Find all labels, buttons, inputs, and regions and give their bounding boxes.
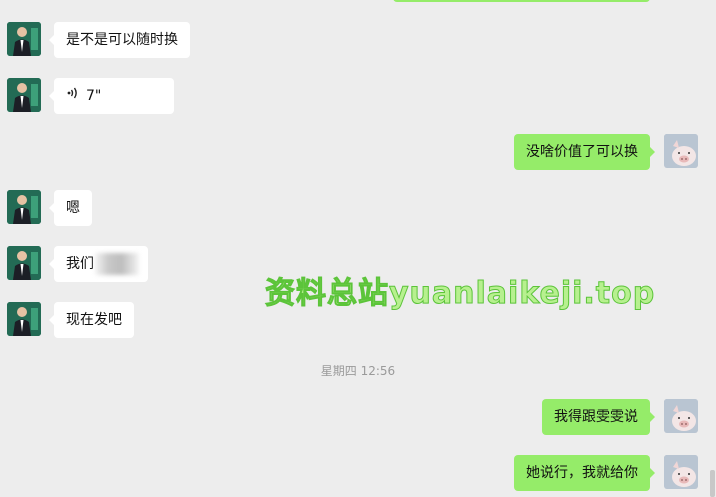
self-avatar[interactable] bbox=[664, 134, 698, 168]
redacted-blur bbox=[95, 253, 139, 275]
message-bubble[interactable]: 没啥价值了可以换 bbox=[514, 134, 655, 170]
message-bubble[interactable]: 我们 bbox=[49, 246, 148, 282]
voice-wave-icon bbox=[66, 78, 80, 114]
message-bubble[interactable]: 嗯 bbox=[49, 190, 92, 226]
contact-avatar[interactable] bbox=[7, 246, 41, 280]
contact-avatar[interactable] bbox=[7, 22, 41, 56]
self-avatar[interactable] bbox=[664, 455, 698, 489]
contact-avatar[interactable] bbox=[7, 78, 41, 112]
timestamp: 星期四 12:56 bbox=[320, 364, 396, 378]
previous-sent-bubble-edge bbox=[393, 0, 650, 2]
message-text: 我们 bbox=[66, 256, 94, 272]
watermark: 资料总站yuanlaikeji.top bbox=[264, 276, 656, 312]
self-avatar[interactable] bbox=[664, 399, 698, 433]
contact-avatar[interactable] bbox=[7, 302, 41, 336]
voice-duration: 7" bbox=[86, 88, 102, 104]
scrollbar[interactable] bbox=[710, 470, 715, 497]
message-bubble[interactable]: 我得跟雯雯说 bbox=[542, 399, 655, 435]
voice-message-bubble[interactable]: 7" bbox=[49, 78, 174, 114]
message-bubble[interactable]: 是不是可以随时换 bbox=[49, 22, 190, 58]
contact-avatar[interactable] bbox=[7, 190, 41, 224]
message-bubble[interactable]: 现在发吧 bbox=[49, 302, 134, 338]
message-bubble[interactable]: 她说行，我就给你 bbox=[514, 455, 655, 491]
